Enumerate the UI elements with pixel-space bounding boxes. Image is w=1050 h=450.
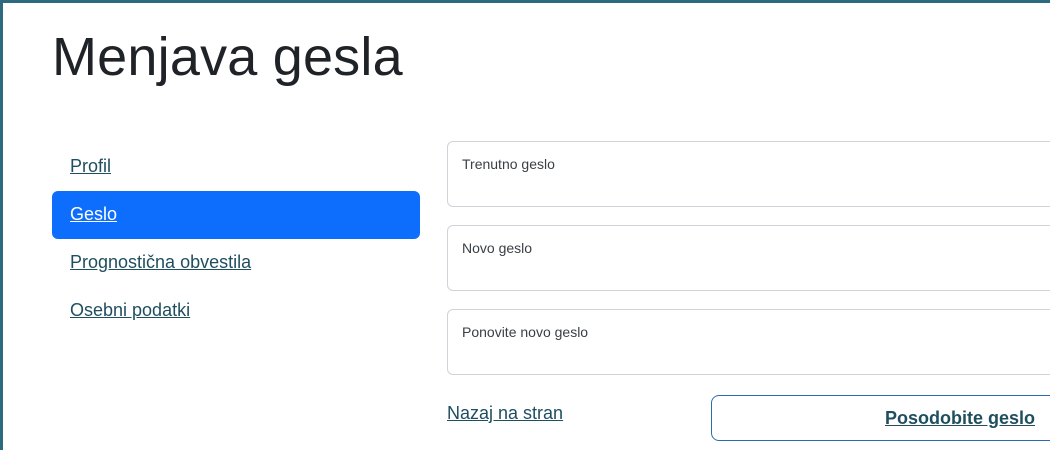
update-password-button-label: Posodobite geslo — [885, 408, 1036, 428]
current-password-label: Trenutno geslo — [462, 156, 555, 172]
new-password-input[interactable] — [460, 260, 1050, 286]
page-frame: Menjava gesla Profil Geslo Prognostična … — [0, 0, 1050, 450]
back-link[interactable]: Nazaj na stran — [447, 403, 563, 424]
sidebar-item-profil[interactable]: Profil — [52, 143, 420, 191]
repeat-password-label: Ponovite novo geslo — [462, 324, 589, 340]
new-password-label: Novo geslo — [462, 240, 533, 256]
repeat-password-input[interactable] — [460, 344, 1050, 370]
current-password-field[interactable]: Trenutno geslo — [447, 141, 1050, 207]
sidebar-item-osebni-podatki[interactable]: Osebni podatki — [52, 287, 420, 335]
sidebar-item-prognosticna-obvestila[interactable]: Prognostična obvestila — [52, 239, 420, 287]
page-title: Menjava gesla — [52, 27, 403, 87]
update-password-button[interactable]: Posodobite geslo — [711, 395, 1050, 441]
current-password-input[interactable] — [460, 176, 1050, 202]
new-password-field[interactable]: Novo geslo — [447, 225, 1050, 291]
sidebar-nav-list: Profil Geslo Prognostična obvestila Oseb… — [52, 143, 420, 335]
repeat-password-field[interactable]: Ponovite novo geslo — [447, 309, 1050, 375]
sidebar-item-geslo[interactable]: Geslo — [52, 191, 420, 239]
